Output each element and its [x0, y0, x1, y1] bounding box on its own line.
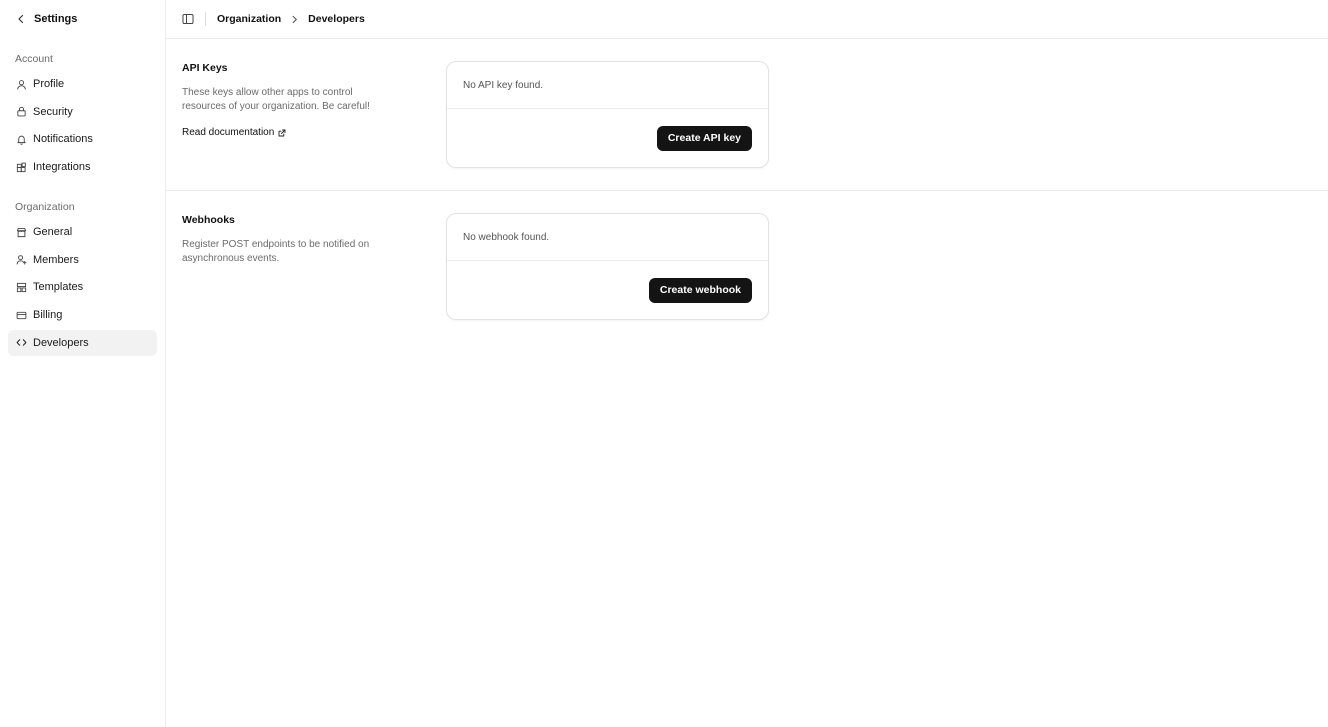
external-link-icon [278, 129, 286, 136]
sidebar-item-label: Security [33, 105, 73, 118]
bell-icon [15, 133, 27, 145]
api-keys-empty-state: No API key found. [447, 62, 768, 109]
sidebar-toggle-icon[interactable] [182, 13, 194, 25]
breadcrumb: Organization Developers [217, 13, 365, 25]
read-documentation-link[interactable]: Read documentation [182, 127, 286, 138]
back-to-settings[interactable]: Settings [0, 0, 165, 38]
create-api-key-button[interactable]: Create API key [656, 125, 752, 151]
sidebar-item-developers[interactable]: Developers [8, 329, 157, 356]
user-icon [15, 78, 27, 90]
credit-card-icon [15, 309, 27, 321]
sidebar-item-label: General [33, 226, 73, 239]
webhooks-description: Register POST endpoints to be notified o… [182, 239, 370, 264]
code-icon [15, 337, 27, 349]
account-nav: Profile Security Notifications Integrati… [0, 71, 165, 180]
api-keys-card: No API key found. Create API key [446, 61, 769, 168]
sidebar-item-billing[interactable]: Billing [8, 302, 157, 328]
sidebar-title: Settings [34, 13, 78, 25]
api-keys-title: API Keys [182, 62, 228, 74]
sidebar-item-label: Profile [33, 78, 65, 90]
sidebar-item-notifications[interactable]: Notifications [8, 126, 157, 152]
api-keys-card-footer: Create API key [447, 109, 768, 167]
webhooks-info: Webhooks Register POST endpoints to be n… [182, 214, 402, 266]
sidebar-item-label: Billing [33, 309, 63, 322]
settings-sidebar: Settings Account Profile Security Notifi… [0, 0, 166, 727]
sidebar-item-label: Templates [33, 281, 84, 294]
webhooks-card-footer: Create webhook [447, 261, 768, 319]
sidebar-item-profile[interactable]: Profile [8, 71, 157, 97]
sidebar-item-general[interactable]: General [8, 219, 157, 245]
webhooks-empty-state: No webhook found. [447, 214, 768, 261]
sidebar-item-integrations[interactable]: Integrations [8, 154, 157, 180]
webhooks-title: Webhooks [182, 214, 235, 226]
chevron-left-icon [16, 14, 26, 24]
chevron-right-icon [290, 15, 299, 24]
users-icon [15, 254, 27, 266]
group-label-account: Account [15, 53, 53, 65]
sidebar-item-templates[interactable]: Templates [8, 274, 157, 300]
organization-nav: General Members Templates Billing Develo… [0, 219, 165, 356]
create-webhook-button[interactable]: Create webhook [648, 277, 752, 303]
layout-icon [15, 281, 27, 293]
api-keys-section: API Keys These keys allow other apps to … [166, 39, 1328, 191]
topbar: Organization Developers [166, 0, 1328, 39]
puzzle-icon [15, 161, 27, 173]
read-documentation-label: Read documentation [182, 127, 275, 138]
sidebar-item-members[interactable]: Members [8, 247, 157, 273]
breadcrumb-organization[interactable]: Organization [217, 13, 281, 25]
group-label-organization: Organization [15, 201, 75, 214]
sidebar-item-security[interactable]: Security [8, 99, 157, 125]
sidebar-item-label: Integrations [33, 161, 91, 174]
api-keys-info: API Keys These keys allow other apps to … [182, 62, 402, 138]
breadcrumb-developers: Developers [308, 13, 365, 25]
webhooks-section: Webhooks Register POST endpoints to be n… [166, 191, 1328, 337]
sidebar-item-label: Developers [33, 336, 89, 349]
store-icon [15, 226, 27, 238]
webhooks-card: No webhook found. Create webhook [446, 213, 769, 320]
sidebar-item-label: Members [33, 253, 79, 266]
lock-icon [15, 106, 27, 118]
sidebar-item-label: Notifications [33, 133, 93, 146]
api-keys-description: These keys allow other apps to control r… [182, 87, 370, 112]
topbar-divider [205, 12, 206, 26]
